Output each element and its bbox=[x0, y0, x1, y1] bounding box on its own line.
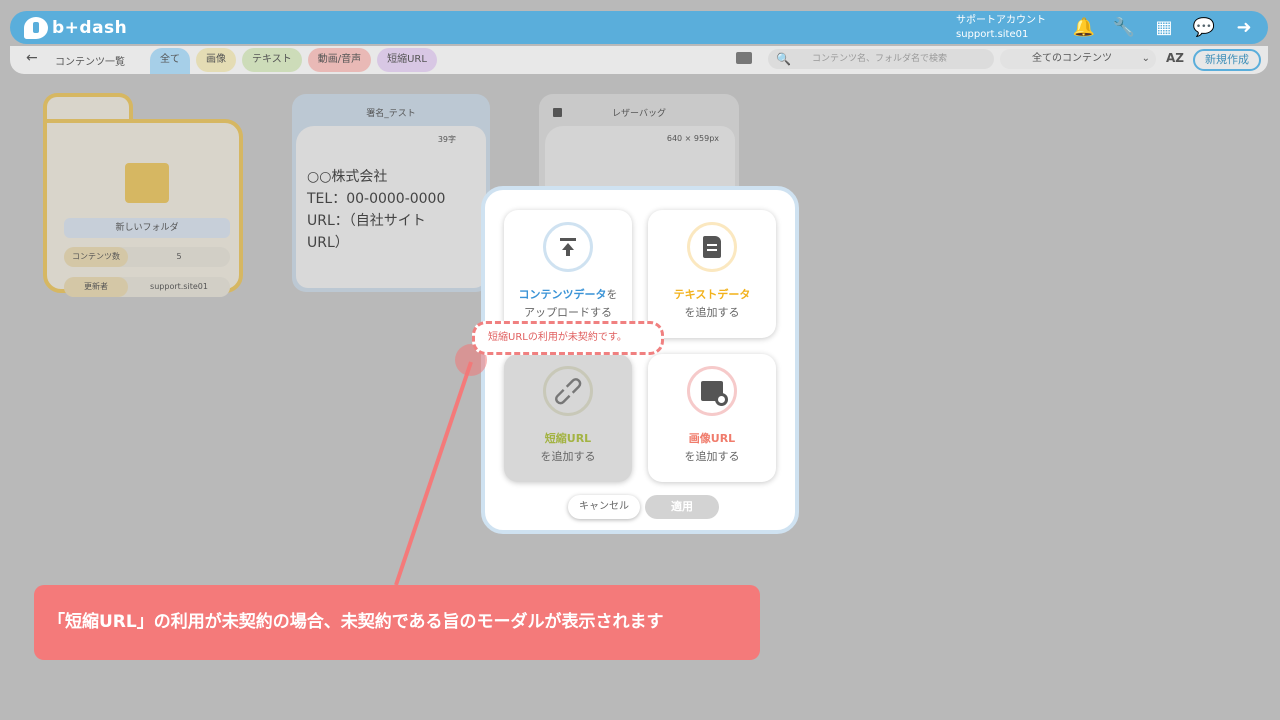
short-url-option[interactable]: ⊂⊃ 短縮URL を追加する bbox=[504, 354, 632, 482]
text-data-title: テキストデータ bbox=[673, 288, 751, 301]
search-input[interactable]: 🔍 コンテンツ名、フォルダ名で検索 bbox=[768, 49, 994, 69]
tab-image[interactable]: 画像 bbox=[196, 48, 236, 72]
image-url-circle bbox=[687, 366, 737, 416]
header-icons: 🔔 🔧 ▦ 💬 ➜ bbox=[1072, 15, 1256, 39]
account-name: サポートアカウント bbox=[956, 15, 1046, 26]
select-value: 全てのコンテンツ bbox=[1032, 53, 1112, 64]
explanation-callout: 「短縮URL」の利用が未契約の場合、未契約である旨のモーダルが表示されます bbox=[34, 585, 760, 660]
tab-short-url[interactable]: 短縮URL bbox=[377, 48, 437, 72]
upload-title: コンテンツデータを bbox=[504, 286, 632, 302]
text-circle bbox=[687, 222, 737, 272]
link-icon: ⊂⊃ bbox=[546, 369, 590, 413]
logo[interactable]: b+dash bbox=[24, 16, 127, 40]
apply-button[interactable]: 適用 bbox=[645, 495, 719, 519]
upload-icon bbox=[560, 238, 576, 256]
search-placeholder: コンテンツ名、フォルダ名で検索 bbox=[812, 54, 948, 64]
folder-updater-row: 更新者 support.site01 bbox=[64, 277, 230, 297]
updater-value: support.site01 bbox=[150, 282, 208, 291]
short-url-title: 短縮URL bbox=[544, 432, 592, 445]
image-url-subtitle: を追加する bbox=[684, 450, 740, 463]
search-icon: 🔍 bbox=[776, 52, 791, 66]
text-content-card[interactable]: 署名_テスト 39字 ○○株式会社 TEL：00-0000-0000 URL：（… bbox=[292, 94, 490, 292]
logo-icon bbox=[24, 17, 48, 39]
folder-card[interactable]: 新しいフォルダ コンテンツ数 5 更新者 support.site01 bbox=[43, 93, 243, 297]
bell-icon[interactable]: 🔔 bbox=[1072, 15, 1096, 39]
image-card-title: レザーバッグ bbox=[612, 109, 666, 119]
tab-video-audio[interactable]: 動画/音声 bbox=[307, 48, 372, 72]
count-label: コンテンツ数 bbox=[64, 247, 128, 267]
tab-all[interactable]: 全て bbox=[150, 48, 190, 74]
folder-stack-icon bbox=[125, 163, 169, 203]
folder-count-row: コンテンツ数 5 bbox=[64, 247, 230, 267]
top-bar: b+dash サポートアカウント support.site01 🔔 🔧 ▦ 💬 … bbox=[10, 11, 1268, 44]
tab-text[interactable]: テキスト bbox=[242, 48, 302, 72]
add-content-modal: コンテンツデータを アップロードする テキストデータ を追加する ⊂⊃ 短縮UR… bbox=[481, 186, 799, 534]
upload-title-main: コンテンツデータ bbox=[518, 288, 607, 301]
text-card-body: ○○株式会社 TEL：00-0000-0000 URL：（自社サイト URL） bbox=[307, 169, 446, 251]
folder-body: 新しいフォルダ コンテンツ数 5 更新者 support.site01 bbox=[43, 119, 243, 297]
account-id: support.site01 bbox=[956, 29, 1029, 40]
char-count: 39字 bbox=[437, 135, 456, 144]
breadcrumb: コンテンツ一覧 bbox=[55, 57, 125, 68]
text-data-subtitle: を追加する bbox=[684, 306, 740, 319]
new-create-button[interactable]: 新規作成 bbox=[1193, 49, 1261, 71]
account-info[interactable]: サポートアカウント support.site01 bbox=[956, 14, 1046, 42]
sub-toolbar: ← コンテンツ一覧 全て 画像 テキスト 動画/音声 短縮URL 🔍 コンテンツ… bbox=[10, 46, 1268, 74]
cancel-button[interactable]: キャンセル bbox=[568, 495, 640, 519]
document-icon bbox=[703, 236, 721, 258]
updater-label: 更新者 bbox=[64, 277, 128, 297]
image-link-icon bbox=[701, 381, 728, 406]
text-card-title: 署名_テスト bbox=[366, 109, 416, 119]
image-url-title: 画像URL bbox=[688, 432, 736, 445]
upload-subtitle: アップロードする bbox=[524, 306, 612, 319]
apps-grid-icon[interactable]: ▦ bbox=[1152, 15, 1176, 39]
filter-tabs: 全て 画像 テキスト 動画/音声 短縮URL bbox=[150, 48, 437, 74]
logout-icon[interactable]: ➜ bbox=[1232, 15, 1256, 39]
wrench-icon[interactable]: 🔧 bbox=[1112, 15, 1136, 39]
upload-circle bbox=[543, 222, 593, 272]
image-size: 640 × 959px bbox=[666, 134, 719, 143]
upload-title-suffix: を bbox=[606, 288, 618, 301]
folder-name: 新しいフォルダ bbox=[64, 218, 230, 238]
content-filter-select[interactable]: 全てのコンテンツ ⌄ bbox=[1000, 49, 1156, 69]
brand-name: b+dash bbox=[52, 18, 128, 38]
not-contracted-tooltip: 短縮URLの利用が未契約です。 bbox=[472, 321, 664, 355]
back-arrow-icon[interactable]: ← bbox=[26, 50, 38, 66]
image-url-option[interactable]: 画像URL を追加する bbox=[648, 354, 776, 482]
chevron-down-icon: ⌄ bbox=[1141, 53, 1150, 64]
text-data-option[interactable]: テキストデータ を追加する bbox=[648, 210, 776, 338]
short-url-circle: ⊂⊃ bbox=[543, 366, 593, 416]
add-folder-icon[interactable] bbox=[736, 52, 752, 64]
sort-az-icon[interactable]: AZ bbox=[1166, 51, 1184, 65]
short-url-subtitle: を追加する bbox=[540, 450, 596, 463]
chat-icon[interactable]: 💬 bbox=[1192, 15, 1216, 39]
count-value: 5 bbox=[176, 252, 182, 261]
upload-option[interactable]: コンテンツデータを アップロードする bbox=[504, 210, 632, 338]
